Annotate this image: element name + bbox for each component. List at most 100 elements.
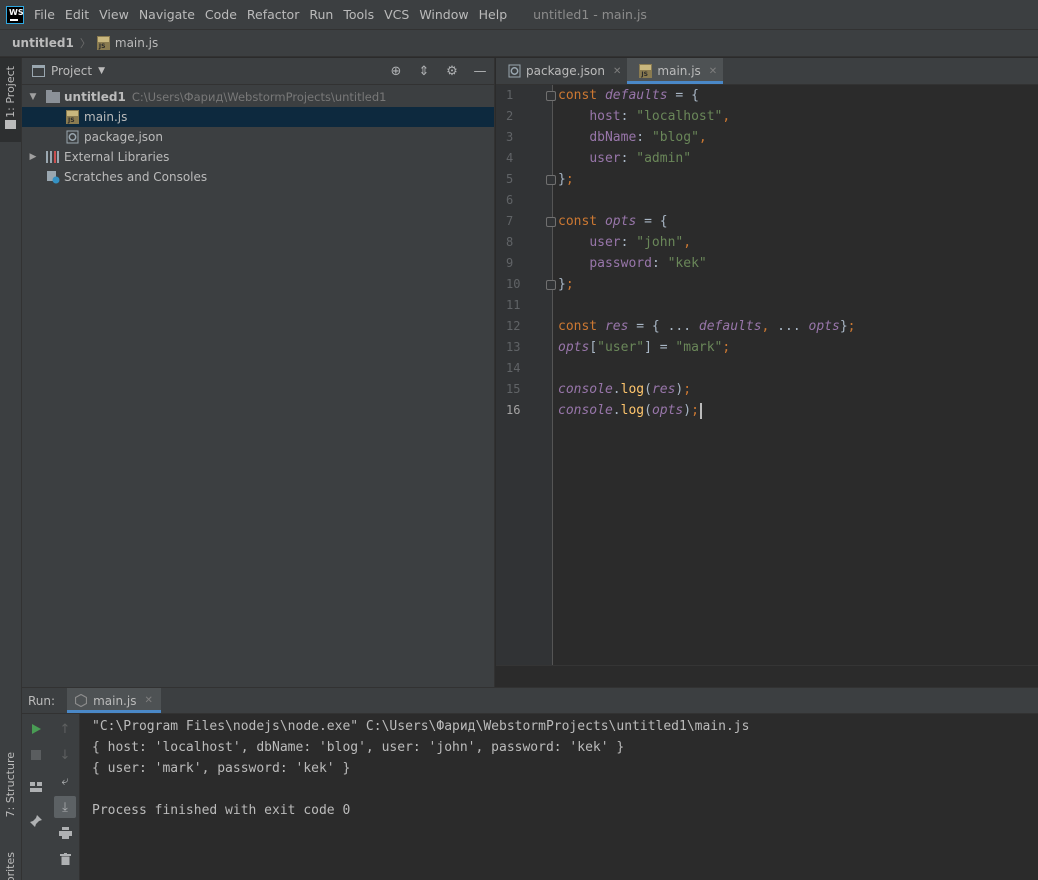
code-line-2: host: "localhost", — [558, 106, 730, 127]
breadcrumb-file[interactable]: main.js — [96, 36, 159, 50]
tab-package-json[interactable]: package.json ✕ — [496, 58, 627, 84]
window-title: untitled1 - main.js — [533, 7, 647, 22]
menu-refactor[interactable]: Refactor — [247, 7, 299, 22]
line-number: 2 — [506, 109, 514, 123]
menu-file[interactable]: File — [34, 7, 55, 22]
line-number: 4 — [506, 151, 514, 165]
json-file-icon — [66, 130, 79, 144]
structure-tool-tab[interactable]: 7: Structure — [0, 752, 21, 832]
chevron-right-icon[interactable]: ▶ — [26, 152, 40, 162]
gear-icon[interactable]: ⚙ — [444, 64, 460, 79]
soft-wrap-icon[interactable]: ⤶ — [54, 770, 76, 792]
tree-item-package-json[interactable]: package.json — [22, 127, 494, 147]
project-tool-tab[interactable]: 1: Project — [0, 58, 21, 142]
code-token: ) — [683, 403, 692, 418]
line-number: 10 — [506, 277, 521, 291]
breadcrumb-file-label: main.js — [114, 36, 159, 50]
chevron-down-icon[interactable]: ▼ — [98, 66, 105, 76]
code-token: const — [558, 88, 598, 103]
down-arrow-icon[interactable]: ↓ — [54, 744, 76, 766]
menu-vcs[interactable]: VCS — [384, 7, 409, 22]
code-token: ] = — [644, 340, 676, 355]
code-token: : — [651, 256, 668, 271]
scroll-to-end-icon[interactable]: ⤓ — [54, 796, 76, 818]
code-token: "mark" — [675, 340, 723, 355]
tree-item-main-js[interactable]: main.js — [22, 107, 494, 127]
run-panel-header: Run: main.js ✕ — [22, 687, 1038, 714]
code-token: const — [558, 319, 598, 334]
code-token: opts — [558, 340, 590, 355]
rerun-icon[interactable] — [25, 718, 47, 740]
line-number: 15 — [506, 382, 521, 396]
code-token: ; — [691, 403, 699, 418]
favorites-tool-tab[interactable]: 2: Favorites — [0, 852, 21, 880]
stop-icon[interactable] — [25, 744, 47, 766]
menu-help[interactable]: Help — [479, 7, 508, 22]
code-editor[interactable]: 1 2 3 4 5 6 7 8 9 10 11 12 13 14 15 16 const defaults =… — [496, 85, 1038, 665]
fold-marker-icon[interactable] — [546, 280, 556, 290]
layout-icon[interactable] — [25, 776, 47, 798]
project-tool-tab-label: 1: Project — [4, 66, 17, 118]
expand-arrow-icon[interactable]: ▼ — [26, 92, 40, 102]
code-token: res — [604, 319, 629, 334]
run-tab-main-js[interactable]: main.js ✕ — [67, 688, 161, 713]
menu-run[interactable]: Run — [309, 7, 333, 22]
run-console[interactable]: "C:\Program Files\nodejs\node.exe" C:\Us… — [80, 714, 1038, 880]
code-token: user — [589, 235, 621, 250]
code-token: host — [589, 109, 621, 124]
project-panel-header: Project ▼ ⊕ ⇕ ⚙ — — [22, 58, 494, 85]
tab-main-js[interactable]: main.js ✕ — [627, 58, 724, 84]
code-line-15: console.log(res); — [558, 379, 691, 400]
code-token: ( — [644, 382, 652, 397]
code-token: ( — [644, 403, 652, 418]
code-token: } — [839, 319, 848, 334]
tree-item-scratches[interactable]: Scratches and Consoles — [22, 167, 494, 187]
code-token: = { ... — [628, 319, 699, 334]
tree-item-label: main.js — [84, 110, 128, 124]
menu-view[interactable]: View — [99, 7, 129, 22]
tree-item-label: Scratches and Consoles — [64, 170, 208, 184]
tree-item-label: package.json — [84, 130, 164, 144]
code-token: console — [558, 403, 613, 418]
code-token: ; — [722, 340, 731, 355]
text-caret — [699, 402, 702, 419]
line-number: 16 — [506, 403, 521, 417]
tree-root-label: untitled1 — [64, 90, 126, 104]
tree-item-root[interactable]: ▼ untitled1 C:\Users\Фарид\WebstormProje… — [22, 87, 494, 107]
collapse-all-icon[interactable]: ⇕ — [416, 64, 432, 79]
project-view-selector[interactable]: Project — [51, 64, 92, 78]
code-token: ... — [769, 319, 809, 334]
menu-window[interactable]: Window — [419, 7, 468, 22]
close-icon[interactable]: ✕ — [709, 66, 717, 77]
menu-edit[interactable]: Edit — [65, 7, 89, 22]
nodejs-icon — [74, 693, 88, 708]
line-number: 1 — [506, 88, 514, 102]
fold-marker-icon[interactable] — [546, 91, 556, 101]
locate-file-icon[interactable]: ⊕ — [388, 64, 404, 79]
fold-marker-icon[interactable] — [546, 217, 556, 227]
code-token: defaults — [604, 88, 668, 103]
pin-icon[interactable] — [25, 810, 47, 832]
breadcrumb-project[interactable]: untitled1 — [12, 36, 74, 50]
menu-tools[interactable]: Tools — [343, 7, 374, 22]
trash-icon[interactable] — [54, 848, 76, 870]
tree-item-external-libraries[interactable]: ▶ External Libraries — [22, 147, 494, 167]
code-token: ; — [847, 319, 856, 334]
up-arrow-icon[interactable]: ↑ — [54, 718, 76, 740]
code-token: "kek" — [667, 256, 707, 271]
code-token: ; — [565, 277, 574, 292]
menu-code[interactable]: Code — [205, 7, 237, 22]
code-line-12: const res = { ... defaults, ... opts}; — [558, 316, 855, 337]
code-token: . — [612, 382, 621, 397]
favorites-tool-tab-label: 2: Favorites — [4, 852, 17, 880]
tab-label: package.json — [526, 64, 606, 78]
gutter-divider — [552, 85, 553, 665]
close-icon[interactable]: ✕ — [613, 66, 621, 77]
close-icon[interactable]: ✕ — [144, 695, 152, 706]
code-token: "localhost" — [636, 109, 723, 124]
menu-navigate[interactable]: Navigate — [139, 7, 195, 22]
code-token: opts — [651, 403, 684, 418]
minimize-icon[interactable]: — — [472, 64, 488, 79]
fold-marker-icon[interactable] — [546, 175, 556, 185]
print-icon[interactable] — [54, 822, 76, 844]
